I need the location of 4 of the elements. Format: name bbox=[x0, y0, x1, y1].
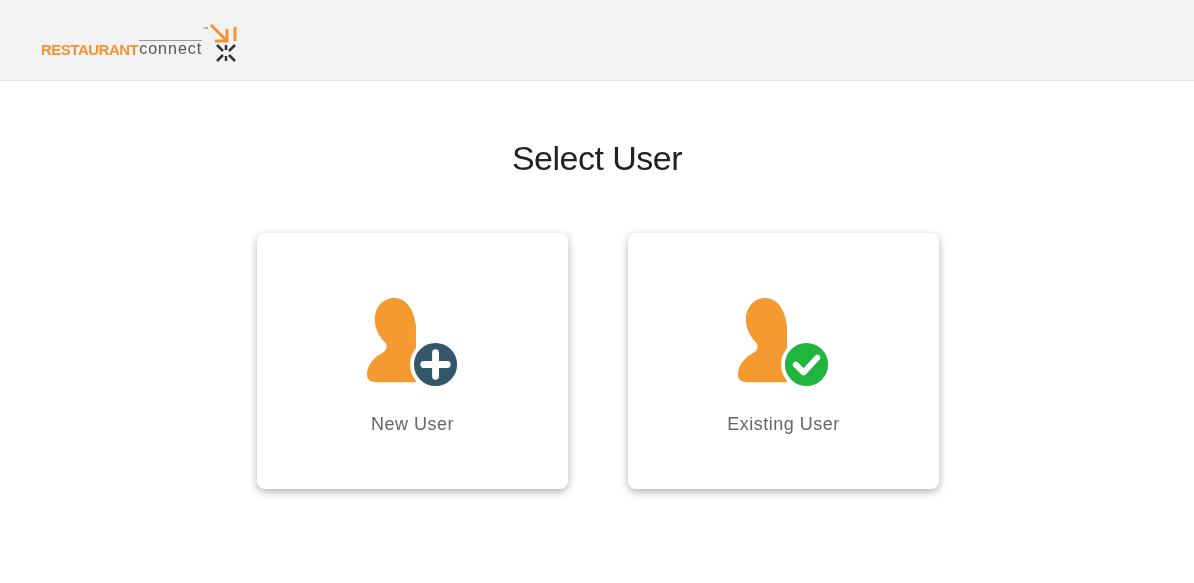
user-option-card[interactable]: Existing User bbox=[628, 233, 939, 489]
page-title: Select User bbox=[510, 141, 684, 175]
user-option-card[interactable]: New User bbox=[257, 233, 568, 489]
arrows-icon bbox=[209, 23, 240, 63]
